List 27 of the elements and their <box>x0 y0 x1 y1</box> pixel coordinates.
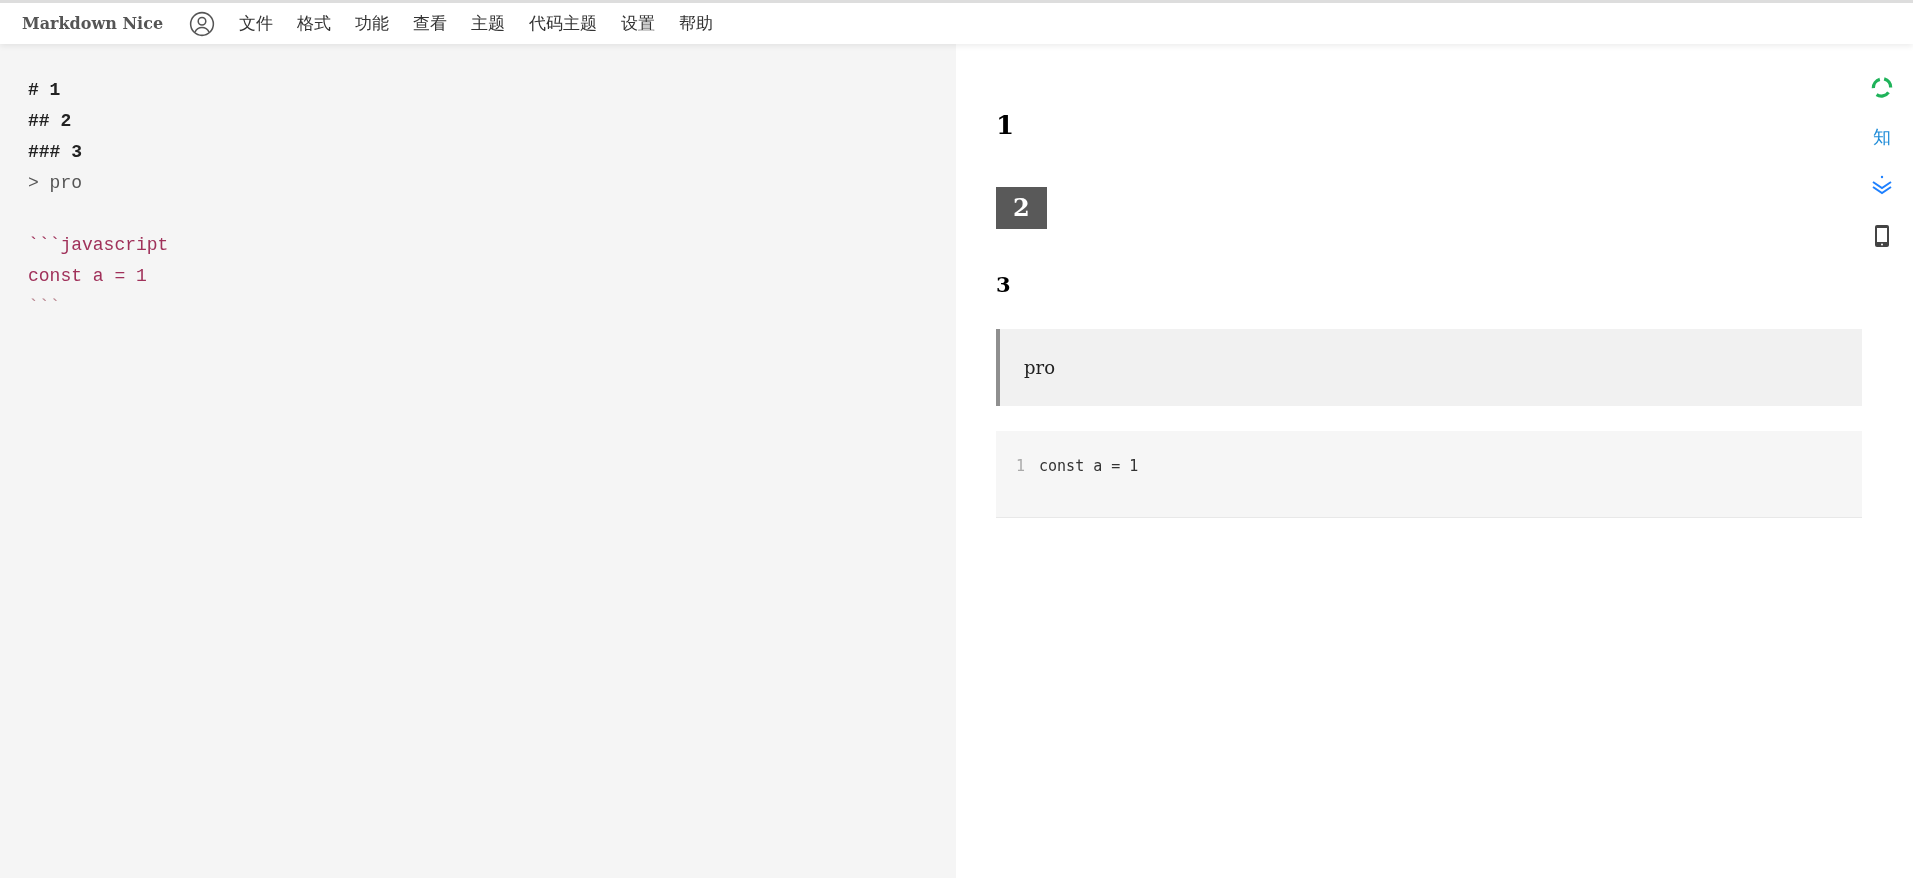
menu-item[interactable]: 功能 <box>355 10 390 37</box>
editor-line: # 1 <box>28 80 61 100</box>
user-icon[interactable] <box>189 10 216 37</box>
heading-three: 3 <box>996 271 1012 299</box>
menu-item[interactable]: 文件 <box>239 10 274 37</box>
menu-item[interactable]: 查看 <box>413 10 448 37</box>
heading-one: 1 <box>996 109 1016 142</box>
editor-line: ## 2 <box>28 111 72 131</box>
code-line: const a = 1 <box>1039 455 1139 477</box>
menu-item[interactable]: 代码主题 <box>529 10 598 37</box>
blockquote: pro <box>996 328 1862 406</box>
editor-line: const a = 1 <box>28 266 147 286</box>
menu-item[interactable]: 主题 <box>471 10 506 37</box>
zhihu-button[interactable]: 知 <box>1873 128 1891 146</box>
menu-item[interactable]: 帮助 <box>679 10 714 37</box>
menu-item[interactable]: 格式 <box>297 10 332 37</box>
phone-icon[interactable] <box>1874 224 1890 248</box>
line-number: 1 <box>1016 455 1026 477</box>
double-chevron-icon[interactable] <box>1870 174 1894 196</box>
menu-item[interactable]: 设置 <box>621 10 656 37</box>
heading-two: 2 <box>996 187 1047 229</box>
editor-line: ### 3 <box>28 142 82 162</box>
editor-line: > pro <box>28 173 82 193</box>
editor-line: ```javascript <box>28 235 169 255</box>
editor-line: ``` <box>28 297 61 317</box>
app-title: Markdown Nice <box>22 12 164 35</box>
markdown-editor[interactable]: # 1 ## 2 ### 3 > pro ```javascript const a = 1 ``` <box>0 44 956 878</box>
